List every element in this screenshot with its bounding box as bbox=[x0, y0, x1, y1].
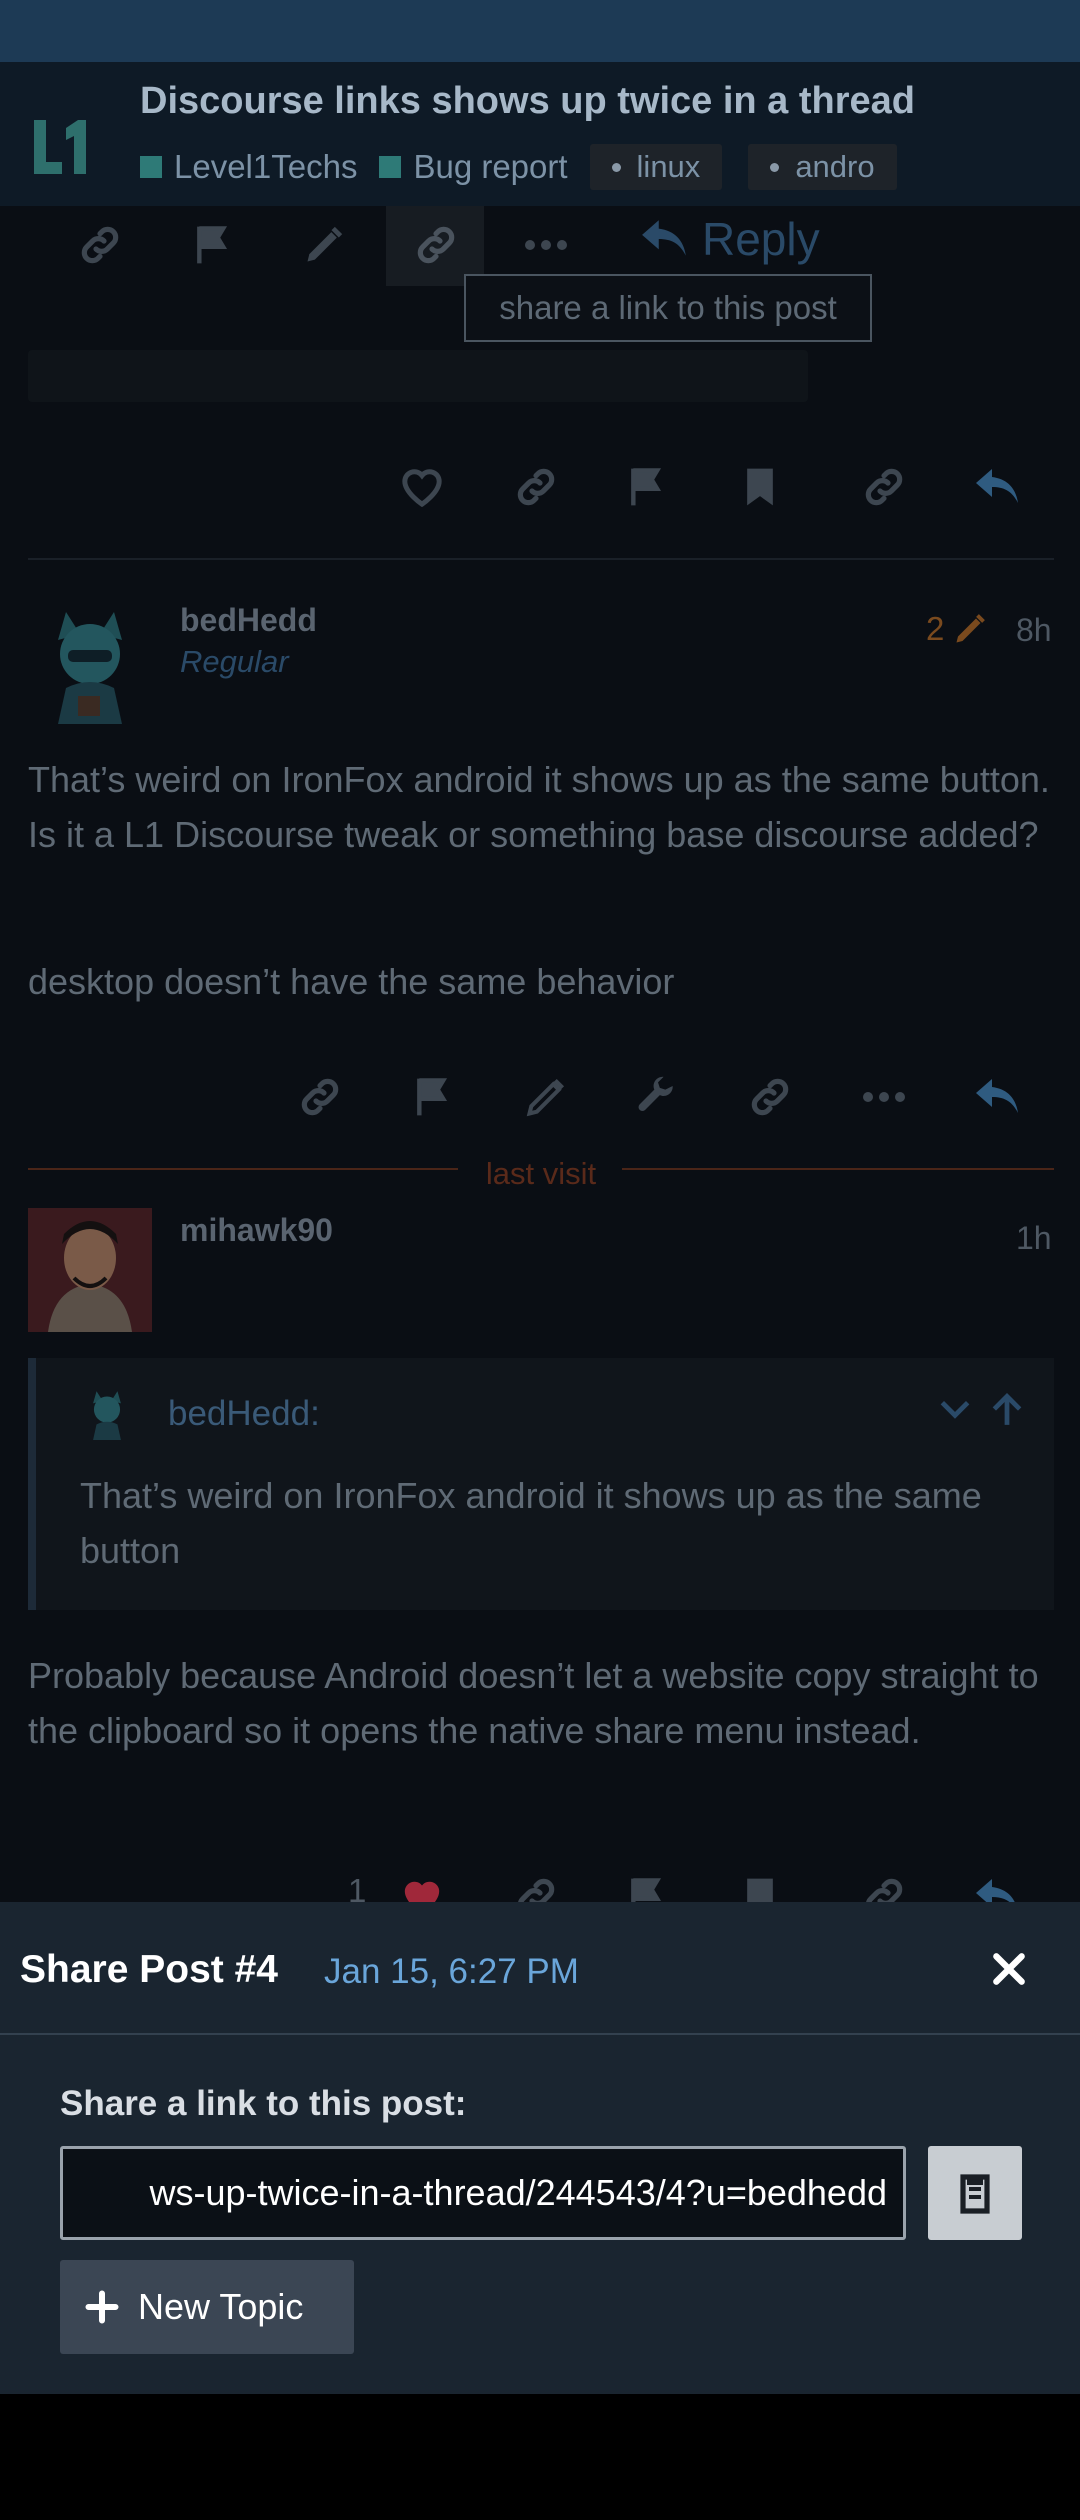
plus-icon bbox=[85, 2290, 119, 2324]
quote-username[interactable]: bedHedd: bbox=[168, 1394, 320, 1434]
user-title: Regular bbox=[180, 644, 289, 679]
post-body-paragraph: That’s weird on IronFox android it shows… bbox=[28, 759, 1050, 855]
clipboard-icon bbox=[960, 2174, 990, 2214]
link-icon[interactable] bbox=[506, 462, 566, 512]
link-icon[interactable] bbox=[70, 220, 130, 270]
post-body-paragraph: Probably because Android doesn’t let a w… bbox=[28, 1655, 1039, 1751]
share-modal-title: Share Post #4 bbox=[20, 1948, 278, 1991]
more-icon[interactable] bbox=[516, 220, 576, 270]
share-url-input[interactable] bbox=[60, 2146, 906, 2240]
bookmark-icon[interactable] bbox=[730, 462, 790, 512]
share-link-label: Share a link to this post: bbox=[60, 2084, 467, 2123]
copy-link-button[interactable] bbox=[928, 2146, 1022, 2240]
topic-header: Discourse links shows up twice in a thre… bbox=[0, 62, 1080, 206]
tag-label: andro bbox=[795, 149, 875, 184]
quote-text: That’s weird on IronFox android it shows… bbox=[80, 1475, 982, 1571]
post-body-paragraph: desktop doesn’t have the same behavior bbox=[28, 961, 675, 1002]
topic-categories: Level1Techs Bug report linux andro bbox=[140, 144, 923, 190]
reply-icon[interactable] bbox=[968, 462, 1028, 512]
modal-divider bbox=[0, 2033, 1080, 2035]
category-color-swatch bbox=[379, 156, 402, 178]
pencil-icon[interactable] bbox=[516, 1072, 576, 1122]
share-modal-date: Jan 15, 6:27 PM bbox=[324, 1952, 579, 1991]
flag-icon[interactable] bbox=[184, 220, 244, 270]
reply-icon bbox=[642, 220, 686, 256]
nav-bar-area bbox=[0, 2394, 1080, 2520]
tag-label: linux bbox=[636, 149, 701, 184]
heart-icon[interactable] bbox=[392, 462, 452, 512]
more-icon[interactable] bbox=[854, 1072, 914, 1122]
new-topic-label: New Topic bbox=[138, 2286, 304, 2327]
close-button[interactable] bbox=[976, 1936, 1042, 2002]
username-mihawk90[interactable]: mihawk90 bbox=[180, 1212, 333, 1249]
category-level1techs[interactable]: Level1Techs bbox=[140, 148, 357, 186]
share-link-icon[interactable] bbox=[406, 220, 466, 270]
pencil-icon[interactable] bbox=[294, 220, 354, 270]
last-visit-label: last visit bbox=[485, 1156, 597, 1191]
category-bug-report[interactable]: Bug report bbox=[379, 148, 568, 186]
share-modal-header: Share Post #4 Jan 15, 6:27 PM bbox=[0, 1902, 1080, 2034]
quote-block: bedHedd: That’s weird on IronFox android… bbox=[28, 1358, 1054, 1610]
topic-title[interactable]: Discourse links shows up twice in a thre… bbox=[140, 80, 915, 123]
post-excerpt-placeholder bbox=[28, 350, 808, 402]
go-to-quoted-post-icon[interactable] bbox=[988, 1390, 1026, 1433]
tag-linux[interactable]: linux bbox=[589, 144, 723, 190]
edit-count: 2 bbox=[926, 610, 945, 647]
status-bar bbox=[0, 0, 1080, 62]
tag-dot-icon bbox=[611, 162, 621, 172]
share-tooltip: share a link to this post bbox=[464, 274, 872, 342]
category-label: Bug report bbox=[413, 148, 568, 185]
expand-quote-icon[interactable] bbox=[936, 1390, 974, 1433]
post-divider bbox=[28, 558, 1054, 560]
share-link-icon[interactable] bbox=[740, 1072, 800, 1122]
last-visit-separator: last visit bbox=[28, 1156, 1054, 1191]
category-label: Level1Techs bbox=[174, 148, 358, 185]
avatar-mihawk90[interactable] bbox=[28, 1208, 152, 1332]
category-color-swatch bbox=[140, 156, 162, 178]
tag-dot-icon bbox=[770, 162, 780, 172]
post-age[interactable]: 8h bbox=[1016, 612, 1052, 649]
flag-icon[interactable] bbox=[404, 1072, 464, 1122]
level1-logo[interactable] bbox=[28, 114, 94, 180]
reply-icon[interactable] bbox=[968, 1072, 1028, 1122]
link-icon[interactable] bbox=[290, 1072, 350, 1122]
flag-icon[interactable] bbox=[618, 462, 678, 512]
wrench-icon[interactable] bbox=[628, 1072, 688, 1122]
quote-avatar bbox=[80, 1386, 134, 1440]
new-topic-button[interactable]: New Topic bbox=[60, 2260, 354, 2354]
share-link-icon[interactable] bbox=[854, 462, 914, 512]
pencil-icon bbox=[956, 614, 986, 643]
reply-button[interactable]: Reply bbox=[640, 212, 820, 266]
share-post-modal: Share Post #4 Jan 15, 6:27 PM Share a li… bbox=[0, 1902, 1080, 2394]
reply-label: Reply bbox=[702, 213, 820, 265]
username-bedhedd[interactable]: bedHedd bbox=[180, 602, 317, 639]
tag-android[interactable]: andro bbox=[748, 144, 897, 190]
post-age[interactable]: 1h bbox=[1016, 1220, 1052, 1257]
avatar-bedhedd[interactable] bbox=[28, 600, 152, 724]
edit-history-button[interactable]: 2 bbox=[926, 610, 988, 648]
close-icon bbox=[993, 1953, 1025, 1985]
